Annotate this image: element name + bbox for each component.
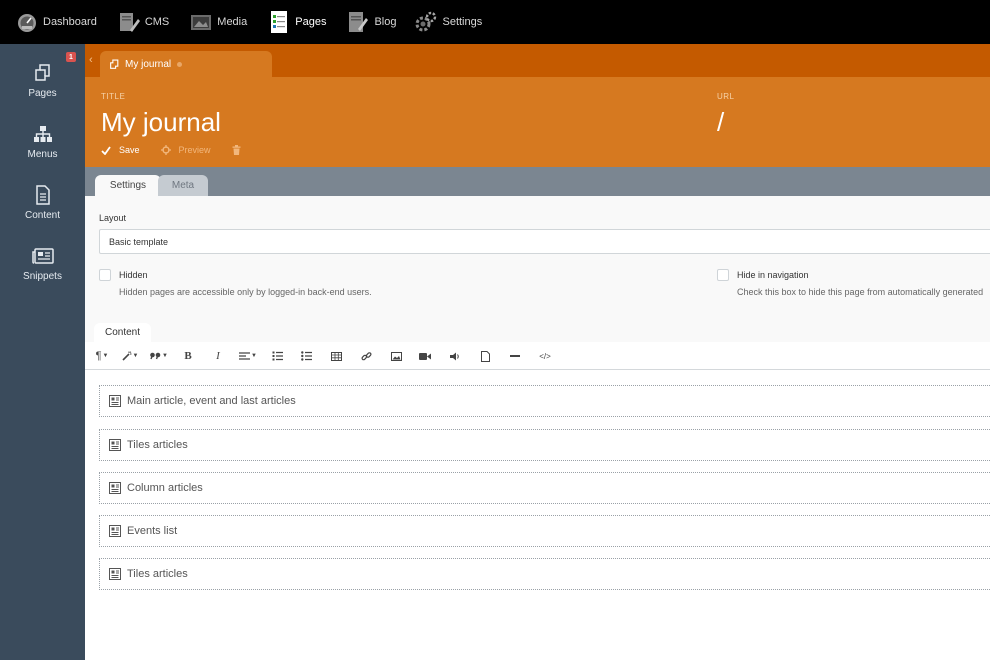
content-block[interactable]: Main article, event and last articles — [99, 385, 990, 417]
delete-button[interactable] — [232, 145, 249, 155]
title-label: TITLE — [101, 92, 126, 101]
component-icon — [109, 439, 121, 451]
nav-pages[interactable]: Pages — [267, 0, 326, 44]
ordered-list-icon[interactable] — [271, 349, 283, 363]
document-tab[interactable]: My journal — [100, 51, 272, 77]
crosshair-icon — [160, 145, 171, 155]
content-block[interactable]: Tiles articles — [99, 558, 990, 590]
check-icon — [101, 145, 111, 155]
unordered-list-icon[interactable] — [300, 349, 312, 363]
sidebar-item-label: Menus — [27, 149, 58, 160]
cms-icon — [117, 10, 141, 34]
nav-dashboard[interactable]: Dashboard — [15, 0, 97, 44]
content-block-label: Column articles — [127, 482, 203, 494]
hide-in-navigation-label: Hide in navigation — [737, 270, 809, 280]
nav-media[interactable]: Media — [189, 0, 247, 44]
newspaper-icon — [31, 244, 55, 268]
hidden-label: Hidden — [119, 270, 148, 280]
hidden-help-text: Hidden pages are accessible only by logg… — [119, 287, 372, 297]
hide-in-navigation-checkbox[interactable] — [717, 269, 729, 281]
sidebar: Pages 1 Menus Content Snippets — [0, 44, 85, 660]
sidebar-item-content[interactable]: Content — [0, 183, 85, 243]
nav-pages-label: Pages — [295, 16, 327, 28]
hidden-checkbox[interactable] — [99, 269, 111, 281]
sidebar-item-pages[interactable]: Pages — [0, 61, 85, 121]
bold-icon[interactable]: B — [182, 349, 194, 363]
nav-blog[interactable]: Blog — [346, 0, 396, 44]
content-block-label: Events list — [127, 525, 178, 537]
hide-in-navigation-help-text: Check this box to hide this page from au… — [737, 287, 984, 297]
magic-wand-icon[interactable]: ▼ — [121, 349, 139, 363]
sidebar-item-label: Snippets — [23, 271, 62, 282]
pages-icon — [31, 61, 55, 85]
sitemap-icon — [31, 122, 55, 146]
notification-badge: 1 — [66, 52, 76, 62]
sidebar-item-label: Pages — [28, 88, 57, 99]
url-label: URL — [717, 92, 735, 101]
editor-toolbar: ¶ ▼ ▼ ▼ B I ▼ </> — [85, 342, 990, 370]
blog-icon — [346, 10, 370, 34]
trash-icon — [232, 145, 241, 155]
audio-icon[interactable] — [449, 349, 461, 363]
header-actions: Save Preview — [101, 145, 249, 155]
nav-dashboard-label: Dashboard — [43, 16, 97, 28]
content-block[interactable]: Tiles articles — [99, 429, 990, 461]
quote-icon[interactable]: ▼ — [149, 349, 169, 363]
unsaved-indicator — [177, 61, 183, 67]
nav-media-label: Media — [217, 16, 248, 28]
save-button[interactable]: Save — [101, 145, 140, 155]
sidebar-item-snippets[interactable]: Snippets — [0, 244, 85, 304]
tab-settings[interactable]: Settings — [95, 175, 161, 196]
layout-label: Layout — [99, 213, 127, 223]
title-field[interactable]: My journal — [101, 107, 221, 138]
save-label: Save — [119, 145, 140, 155]
dashboard-icon — [15, 10, 39, 34]
component-icon — [109, 525, 121, 537]
settings-form: Layout Basic template Hidden Hidden page… — [85, 196, 990, 342]
component-icon — [109, 568, 121, 580]
nav-cms[interactable]: CMS — [117, 0, 169, 44]
link-icon[interactable] — [360, 349, 372, 363]
preview-button[interactable]: Preview — [160, 145, 211, 155]
tab-content[interactable]: Content — [94, 323, 151, 342]
layout-select[interactable]: Basic template — [99, 229, 990, 254]
pages-icon — [109, 59, 120, 70]
url-field[interactable]: / — [717, 107, 724, 138]
settings-tab-strip: Settings Meta — [85, 167, 990, 196]
pages-icon — [267, 10, 291, 34]
sidebar-item-menus[interactable]: Menus — [0, 122, 85, 182]
content-block[interactable]: Column articles — [99, 472, 990, 504]
table-icon[interactable] — [330, 349, 342, 363]
italic-icon[interactable]: I — [212, 349, 224, 363]
video-icon[interactable] — [419, 349, 431, 363]
document-tab-bar: ‹ My journal — [85, 44, 990, 77]
content-block[interactable]: Events list — [99, 515, 990, 547]
content-block-label: Main article, event and last articles — [127, 395, 296, 407]
nav-settings-label: Settings — [442, 16, 483, 28]
settings-icon — [414, 10, 438, 34]
component-icon — [109, 395, 121, 407]
document-icon — [31, 183, 55, 207]
content-block-label: Tiles articles — [127, 439, 188, 451]
nav-cms-label: CMS — [144, 16, 170, 28]
paragraph-format-icon[interactable]: ¶ ▼ — [93, 349, 111, 363]
tab-meta[interactable]: Meta — [158, 175, 208, 196]
document-tab-title: My journal — [125, 58, 172, 70]
page-header: TITLE My journal URL / Save Preview — [85, 77, 990, 167]
back-arrow-icon[interactable]: ‹ — [89, 54, 93, 66]
image-icon[interactable] — [390, 349, 402, 363]
media-icon — [189, 10, 213, 34]
horizontal-rule-icon[interactable] — [509, 349, 521, 363]
preview-label: Preview — [178, 145, 211, 155]
nav-settings[interactable]: Settings — [414, 0, 482, 44]
component-icon — [109, 482, 121, 494]
file-icon[interactable] — [479, 349, 491, 363]
nav-blog-label: Blog — [374, 16, 397, 28]
content-block-label: Tiles articles — [127, 568, 188, 580]
align-icon[interactable]: ▼ — [238, 349, 258, 363]
sidebar-item-label: Content — [24, 210, 61, 221]
top-navigation: Dashboard CMS Media Pages Blog Settings — [0, 0, 990, 44]
code-view-icon[interactable]: </> — [538, 349, 552, 363]
